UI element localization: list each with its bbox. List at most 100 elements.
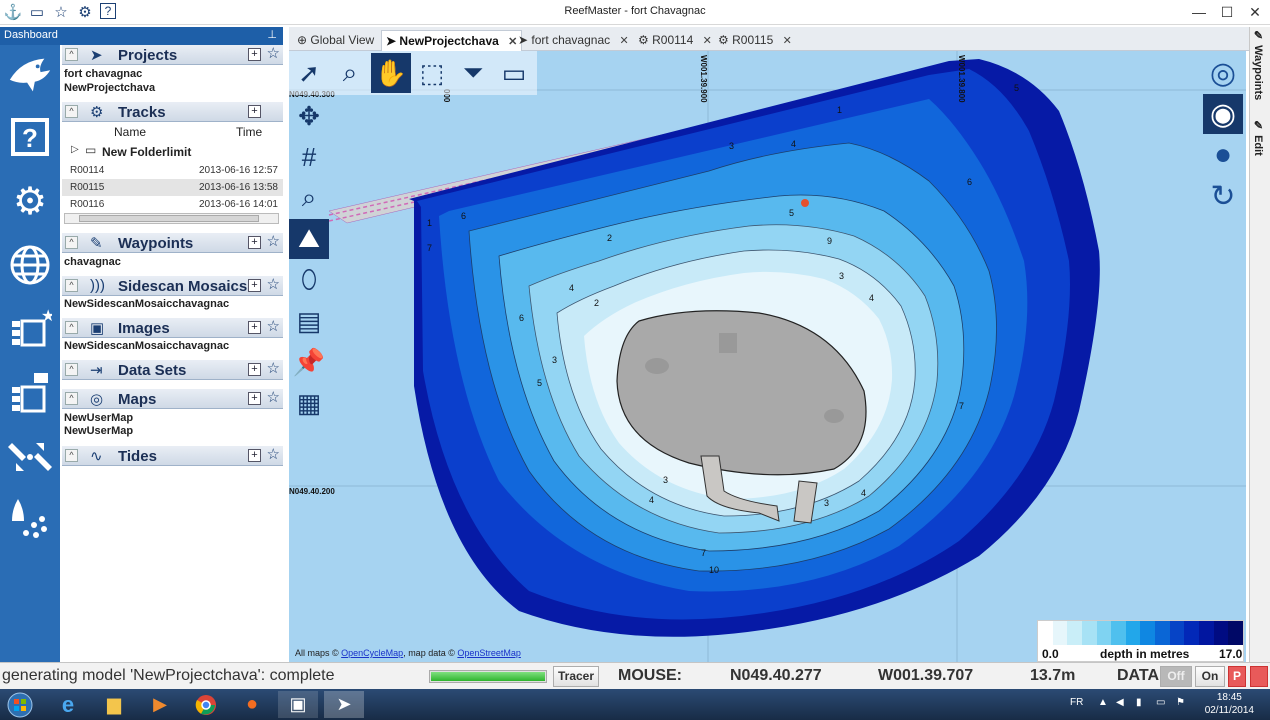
tab-fort-chavagnac[interactable]: ➤ fort chavagnac ✕ [514, 30, 633, 51]
taskbar-app-icon[interactable]: ▣ [278, 691, 318, 718]
minimize-button[interactable]: — [1186, 2, 1212, 22]
globe-icon[interactable] [6, 241, 54, 289]
add-project-icon[interactable]: + [248, 48, 261, 61]
ruler-icon[interactable]: ▭ [494, 53, 534, 93]
tab-newprojectchava[interactable]: ➤ NewProjectchava ✕ [381, 30, 523, 51]
map-canvas[interactable]: 2 4 3 4 3 4 3 4 5 9 3 4 1 5 6 1 6 7 2 6 … [289, 51, 1246, 662]
mosaic-item[interactable]: NewSidescanMosaicchavagnac [64, 298, 229, 310]
contour-rings-icon[interactable]: ◉ [1203, 94, 1243, 134]
network-icon[interactable]: ▮ [1136, 697, 1142, 708]
map-export-icon[interactable]: ▦ [289, 383, 329, 423]
power-icon[interactable]: ▭ [1156, 697, 1165, 708]
boat-track-icon[interactable] [6, 493, 54, 541]
star-icon[interactable]: ☆ [267, 234, 280, 250]
add-waypoint-icon[interactable]: + [248, 236, 261, 249]
table-row[interactable]: R00115 2013-06-16 13:58 [62, 179, 283, 196]
waypoint-item[interactable]: chavagnac [64, 256, 121, 268]
record-indicator[interactable] [1250, 666, 1268, 687]
openstreetmap-link[interactable]: OpenStreetMap [457, 648, 521, 658]
select-arrow-icon[interactable]: ➚ [289, 53, 329, 93]
table-row[interactable]: R00116 2013-06-16 14:01 [62, 196, 283, 213]
collapse-icon[interactable]: ^ [65, 48, 78, 61]
pin-icon[interactable]: ⊥ [267, 28, 277, 41]
track-folder-row[interactable]: ▷ ▭ New Folderlimit [62, 142, 283, 161]
box-select-icon[interactable]: ⬚ [412, 53, 452, 93]
move-arrows-icon[interactable]: ✥ [289, 96, 329, 136]
collapse-icon[interactable]: ^ [65, 392, 78, 405]
file-explorer-icon[interactable]: ▆ [94, 691, 134, 718]
reefmaster-taskbar-icon[interactable]: ➤ [324, 691, 364, 718]
start-button-icon[interactable] [0, 691, 40, 718]
shark-logo-icon[interactable] [6, 47, 54, 103]
expand-arrow-icon[interactable]: ▷ [71, 144, 79, 155]
tray-expand-icon[interactable]: ▲ [1098, 697, 1108, 708]
depth-rings-icon[interactable]: ◎ [1203, 53, 1243, 93]
collapse-icon[interactable]: ^ [65, 105, 78, 118]
depth-layers-icon[interactable]: ▤ [289, 301, 329, 341]
maps-panel-header[interactable]: ^ ◎ Maps + ☆ [62, 389, 283, 409]
sidescan-panel-header[interactable]: ^ ))) Sidescan Mosaics + ☆ [62, 276, 283, 296]
star-icon[interactable]: ☆ [267, 46, 280, 62]
add-track-icon[interactable]: + [248, 105, 261, 118]
map-item[interactable]: NewUserMap [64, 412, 133, 424]
add-dataset-icon[interactable]: + [248, 363, 261, 376]
firefox-icon[interactable]: ● [232, 691, 272, 718]
star-icon[interactable]: ☆ [267, 447, 280, 463]
tides-panel-header[interactable]: ^ ∿ Tides + ☆ [62, 446, 283, 466]
volume-icon[interactable]: ◀ [1116, 697, 1124, 708]
tab-r00114[interactable]: ⚙ R00114 ✕ [634, 30, 716, 51]
project-item[interactable]: fort chavagnac [64, 68, 142, 80]
waypoint-pin-icon[interactable]: 📌 [289, 342, 329, 382]
datasets-panel-header[interactable]: ^ ⇥ Data Sets + ☆ [62, 360, 283, 380]
zoom-extent-icon[interactable]: ⌕ [289, 178, 329, 218]
tracer-button[interactable]: Tracer [553, 666, 599, 687]
merge-arrows-icon[interactable] [6, 433, 54, 481]
star-icon[interactable]: ☆ [267, 319, 280, 335]
close-tab-icon[interactable]: ✕ [619, 35, 628, 47]
favourites-list-icon[interactable]: ★ [6, 305, 54, 353]
filter-icon[interactable]: ⏷ [453, 53, 493, 93]
flag-icon[interactable]: ⚑ [1176, 697, 1185, 708]
images-panel-header[interactable]: ^ ▣ Images + ☆ [62, 318, 283, 338]
folder-list-icon[interactable] [6, 369, 54, 417]
add-tide-icon[interactable]: + [248, 449, 261, 462]
column-header-name[interactable]: Name [114, 125, 146, 139]
land-outline-icon[interactable]: ⛰ [289, 219, 329, 259]
map-item[interactable]: NewUserMap [64, 425, 133, 437]
pan-hand-icon[interactable]: ✋ [371, 53, 411, 93]
system-clock[interactable]: 18:45 02/11/2014 [1205, 691, 1254, 717]
tracks-panel-header[interactable]: ^ ⚙ Tracks + [62, 102, 283, 122]
settings-gear-icon[interactable]: ⚙ [6, 177, 54, 225]
collapse-icon[interactable]: ^ [65, 321, 78, 334]
projects-panel-header[interactable]: ^ ➤ Projects + ☆ [62, 45, 283, 65]
close-tab-icon[interactable]: ✕ [703, 35, 712, 47]
tab-global-view[interactable]: ⊕ Global View [293, 30, 378, 51]
add-image-icon[interactable]: + [248, 321, 261, 334]
shaded-depth-icon[interactable]: ● [1203, 135, 1243, 175]
chrome-icon[interactable] [186, 691, 226, 718]
maximize-button[interactable]: ☐ [1214, 2, 1240, 22]
refresh-icon[interactable]: ↻ [1203, 176, 1243, 216]
column-header-time[interactable]: Time [236, 125, 262, 139]
project-item[interactable]: NewProjectchava [64, 82, 155, 94]
close-tab-icon[interactable]: ✕ [783, 35, 792, 47]
help-icon[interactable]: ? [6, 113, 54, 161]
data-on-button[interactable]: On [1195, 666, 1225, 687]
opencyclemap-link[interactable]: OpenCycleMap [341, 648, 403, 658]
add-map-icon[interactable]: + [248, 392, 261, 405]
scrollbar-thumb[interactable] [79, 215, 259, 222]
collapse-icon[interactable]: ^ [65, 449, 78, 462]
tab-edit[interactable]: ✎ Edit [1252, 119, 1265, 156]
tab-r00115[interactable]: ⚙ R00115 ✕ [714, 30, 796, 51]
star-icon[interactable]: ☆ [267, 277, 280, 293]
star-icon[interactable]: ☆ [267, 361, 280, 377]
collapse-icon[interactable]: ^ [65, 236, 78, 249]
tracks-horizontal-scrollbar[interactable] [64, 213, 279, 224]
add-mosaic-icon[interactable]: + [248, 279, 261, 292]
table-row[interactable]: R00114 2013-06-16 12:57 [62, 162, 283, 179]
waypoints-panel-header[interactable]: ^ ✎ Waypoints + ☆ [62, 233, 283, 253]
grid-icon[interactable]: # [289, 137, 329, 177]
language-indicator[interactable]: FR [1070, 697, 1083, 708]
close-button[interactable]: ✕ [1242, 2, 1268, 22]
internet-explorer-icon[interactable]: e [48, 691, 88, 718]
